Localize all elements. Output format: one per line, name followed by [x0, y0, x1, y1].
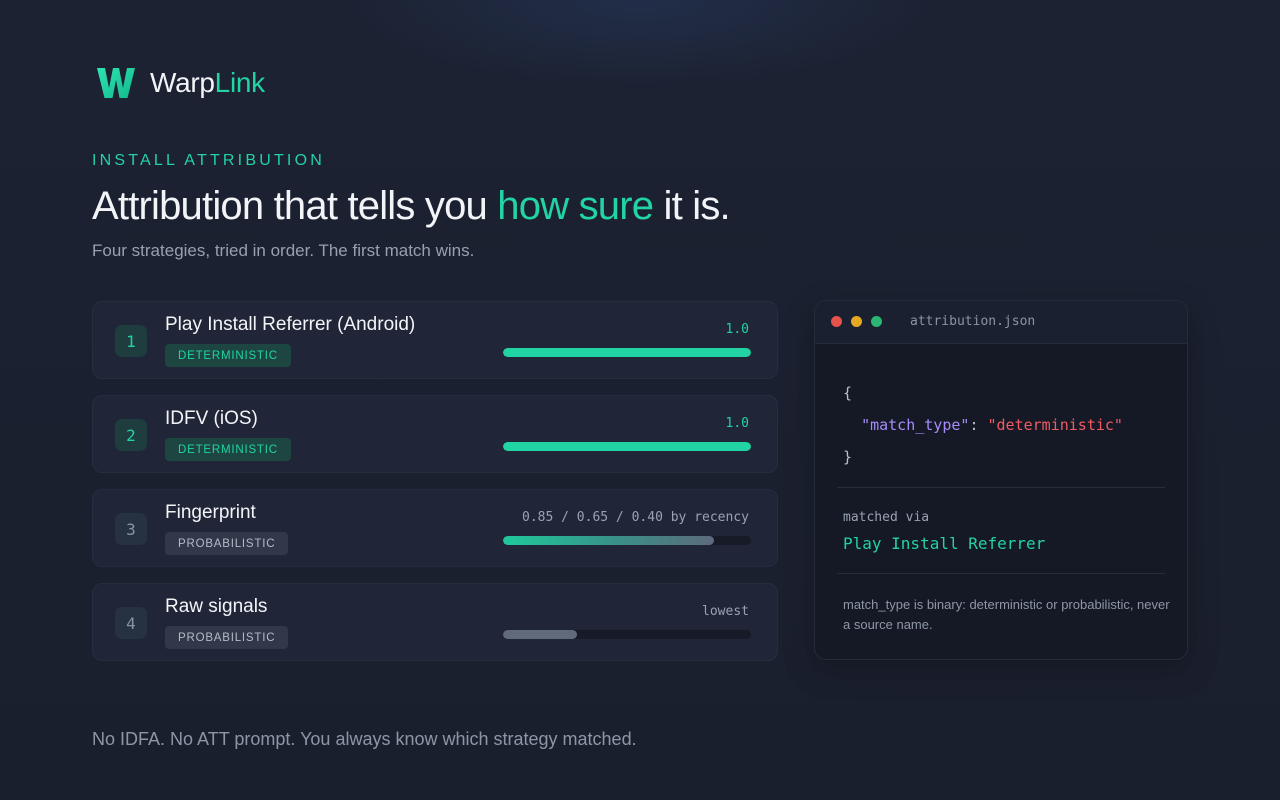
- strategy-title: Play Install Referrer (Android): [165, 314, 416, 335]
- strategy-card: 2 IDFV (iOS) DETERMINISTIC 1.0: [92, 395, 778, 473]
- strategy-confidence-label: 1.0: [725, 322, 749, 337]
- maximize-window-dot-icon[interactable]: [871, 316, 882, 327]
- w-logo-icon: [96, 66, 136, 100]
- matched-via-label: matched via: [843, 510, 930, 525]
- confidence-bar-fill: [503, 348, 751, 357]
- strategy-confidence-label: lowest: [702, 604, 749, 619]
- confidence-bar: [503, 348, 751, 357]
- strategy-number: 3: [115, 513, 147, 545]
- strategy-card: 3 Fingerprint PROBABILISTIC 0.85 / 0.65 …: [92, 489, 778, 567]
- code-filename: attribution.json: [910, 314, 1036, 329]
- panel-divider: [837, 487, 1165, 488]
- strategy-list: 1 Play Install Referrer (Android) DETERM…: [92, 301, 778, 677]
- brand-name-part1: Warp: [150, 67, 215, 98]
- strategy-title: Fingerprint: [165, 502, 256, 523]
- brand-name-part2: Link: [214, 67, 265, 98]
- close-window-dot-icon[interactable]: [831, 316, 842, 327]
- strategy-type-badge: DETERMINISTIC: [165, 438, 291, 461]
- json-brace-open: {: [843, 384, 853, 402]
- strategy-confidence-label: 1.0: [725, 416, 749, 431]
- page-title: Attribution that tells you how sure it i…: [92, 184, 731, 229]
- panel-divider: [837, 573, 1165, 574]
- headline-accent: how sure: [497, 184, 654, 228]
- json-code-block: { "match_type": "deterministic" }: [843, 377, 1123, 473]
- confidence-bar-fill: [503, 630, 578, 639]
- matched-via-value: Play Install Referrer: [843, 534, 1046, 553]
- strategy-type-badge: PROBABILISTIC: [165, 532, 289, 555]
- confidence-bar: [503, 442, 751, 451]
- code-window: attribution.json { "match_type": "determ…: [814, 300, 1188, 660]
- footer-tagline: No IDFA. No ATT prompt. You always know …: [92, 729, 637, 749]
- strategy-confidence-label: 0.85 / 0.65 / 0.40 by recency: [522, 510, 749, 525]
- page-subtitle: Four strategies, tried in order. The fir…: [92, 241, 475, 260]
- strategy-type-badge: PROBABILISTIC: [165, 626, 289, 649]
- strategy-type-badge: DETERMINISTIC: [165, 344, 291, 367]
- strategy-title: IDFV (iOS): [165, 408, 258, 429]
- code-window-titlebar: attribution.json: [815, 301, 1187, 344]
- headline-text-start: Attribution that tells you: [92, 184, 498, 228]
- strategy-title: Raw signals: [165, 596, 268, 617]
- minimize-window-dot-icon[interactable]: [851, 316, 862, 327]
- confidence-bar-fill: [503, 536, 714, 545]
- confidence-bar-fill: [503, 442, 751, 451]
- section-eyebrow: INSTALL ATTRIBUTION: [92, 152, 325, 169]
- strategy-card: 1 Play Install Referrer (Android) DETERM…: [92, 301, 778, 379]
- brand-logo[interactable]: WarpLink: [96, 66, 265, 100]
- confidence-bar: [503, 630, 751, 639]
- strategy-number: 1: [115, 325, 147, 357]
- json-key: "match_type": [861, 416, 970, 434]
- match-type-note: match_type is binary: deterministic or p…: [843, 597, 1170, 632]
- json-brace-close: }: [843, 448, 853, 466]
- strategy-number: 4: [115, 607, 147, 639]
- strategy-number: 2: [115, 419, 147, 451]
- strategy-card: 4 Raw signals PROBABILISTIC lowest: [92, 583, 778, 661]
- headline-text-end: it is.: [653, 184, 731, 228]
- brand-name: WarpLink: [150, 67, 265, 99]
- confidence-bar: [503, 536, 751, 545]
- json-value: "deterministic": [987, 416, 1123, 434]
- json-colon: :: [969, 416, 988, 434]
